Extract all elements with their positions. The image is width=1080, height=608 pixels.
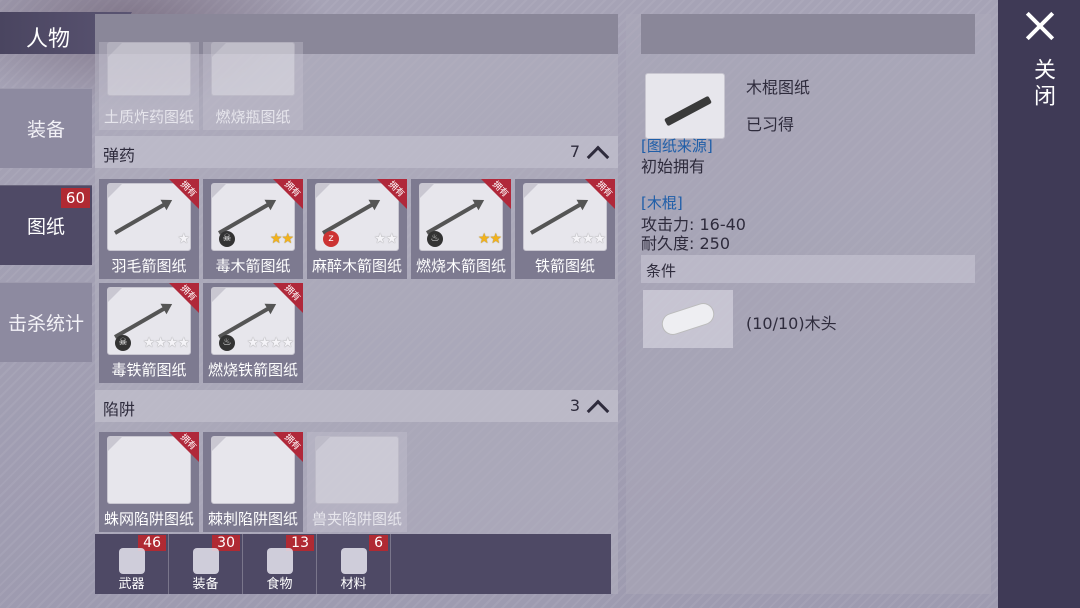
blueprint-paper-icon [211, 42, 295, 96]
star-rating: ★★ [269, 231, 294, 247]
category-materials[interactable]: 6 材料 [317, 534, 391, 594]
blueprint-card-label: 燃烧木箭图纸 [415, 257, 506, 275]
blueprint-paper-icon [645, 73, 725, 139]
blueprint-card[interactable]: z 拥有 ★★ 麻醉木箭图纸 [307, 179, 407, 279]
poison-icon: ☠ [219, 231, 235, 247]
category-weapons[interactable]: 46 武器 [95, 534, 169, 594]
star-rating: ★★★ [570, 231, 606, 247]
condition-label: 条件 [646, 262, 677, 280]
category-gear[interactable]: 30 装备 [169, 534, 243, 594]
fire-icon: ♨ [219, 335, 235, 351]
blueprint-card[interactable]: 兽夹陷阱图纸 [307, 432, 407, 532]
blueprint-card-label: 羽毛箭图纸 [111, 257, 187, 275]
blueprint-card[interactable]: ♨ 拥有 ★★★★ 燃烧铁箭图纸 [203, 283, 303, 383]
detail-header-bar [641, 14, 975, 54]
meat-icon [267, 548, 293, 574]
bone-icon [341, 548, 367, 574]
blueprint-card-label: 铁箭图纸 [534, 257, 595, 275]
blueprint-card-label: 毒铁箭图纸 [111, 361, 187, 379]
blueprint-card[interactable]: 拥有 ★ 羽毛箭图纸 [99, 179, 199, 279]
detail-item-title: [木棍] [641, 194, 683, 212]
blueprint-card[interactable]: ☠ 拥有 ★★ 毒木箭图纸 [203, 179, 303, 279]
shirt-icon [193, 548, 219, 574]
bear-trap-icon [315, 436, 399, 504]
material-slot[interactable] [643, 290, 733, 348]
tab-blueprints-label: 图纸 [26, 216, 65, 238]
blueprint-card-label: 兽夹陷阱图纸 [311, 510, 402, 528]
tab-equipment-label: 装备 [26, 119, 65, 141]
blueprint-paper-icon [107, 42, 191, 96]
blueprint-card-label: 毒木箭图纸 [215, 257, 291, 275]
star-rating: ★ [177, 231, 190, 247]
blueprint-card[interactable]: ☠ 拥有 ★★★★ 毒铁箭图纸 [99, 283, 199, 383]
close-rail[interactable]: 关闭 [998, 0, 1080, 608]
star-rating: ★★★★ [246, 335, 294, 351]
detail-source-value: 初始拥有 [641, 157, 706, 176]
blueprint-card[interactable]: 拥有 ★★★ 铁箭图纸 [515, 179, 615, 279]
detail-status: 已习得 [746, 115, 795, 134]
category-badge: 6 [369, 535, 388, 551]
blueprint-card[interactable]: 土质炸药图纸 [99, 42, 199, 130]
blueprint-card-label: 棘刺陷阱图纸 [207, 510, 298, 528]
poison-icon: ☠ [115, 335, 131, 351]
blueprint-card-label: 土质炸药图纸 [103, 108, 194, 126]
blueprint-card[interactable]: 拥有 棘刺陷阱图纸 [203, 432, 303, 532]
blueprint-card[interactable]: 燃烧瓶图纸 [203, 42, 303, 130]
category-label: 食物 [266, 577, 293, 592]
tab-blueprints[interactable]: 图纸 60 [0, 185, 92, 265]
tab-equipment[interactable]: 装备 [0, 88, 92, 168]
section-ammo[interactable]: 弹药 7 [95, 136, 618, 169]
category-label: 武器 [118, 577, 145, 592]
section-traps-label: 陷阱 [103, 400, 136, 419]
close-icon[interactable] [1024, 10, 1056, 42]
chevron-up-icon[interactable] [586, 399, 610, 423]
blueprint-card-label: 蛛网陷阱图纸 [103, 510, 194, 528]
detail-name: 木棍图纸 [746, 78, 811, 97]
tab-kill-stats[interactable]: 击杀统计 [0, 282, 92, 362]
section-traps[interactable]: 陷阱 3 [95, 390, 618, 423]
axe-icon [119, 548, 145, 574]
wood-log-icon [658, 300, 718, 338]
star-rating: ★★ [477, 231, 502, 247]
category-label: 装备 [192, 577, 219, 592]
section-ammo-label: 弹药 [103, 146, 136, 165]
detail-durability: 耐久度: 250 [641, 234, 731, 253]
page-title-text: 人物 [26, 27, 71, 52]
material-requirement: (10/10)木头 [746, 314, 837, 333]
fire-icon: ♨ [427, 231, 443, 247]
blueprint-card[interactable]: ♨ 拥有 ★★ 燃烧木箭图纸 [411, 179, 511, 279]
tab-blueprints-badge: 60 [60, 188, 90, 208]
blueprint-card-label: 麻醉木箭图纸 [311, 257, 402, 275]
blueprint-card[interactable]: 拥有 蛛网陷阱图纸 [99, 432, 199, 532]
blueprint-detail-panel: 木棍图纸 已习得 [图纸来源] 初始拥有 [木棍] 攻击力: 16-40 耐久度… [626, 14, 991, 594]
category-label: 材料 [340, 577, 367, 592]
tab-kill-stats-label: 击杀统计 [7, 313, 84, 335]
blueprint-card-label: 燃烧铁箭图纸 [207, 361, 298, 379]
sleep-icon: z [323, 231, 339, 247]
close-label[interactable]: 关闭 [1026, 58, 1058, 110]
category-bar: 46 武器 30 装备 13 食物 6 材料 [95, 534, 611, 594]
blueprint-card-label: 燃烧瓶图纸 [215, 108, 291, 126]
condition-header: 条件 [641, 255, 975, 283]
section-traps-count: 3 [569, 396, 580, 415]
blueprint-list-panel[interactable]: 土质炸药图纸 燃烧瓶图纸 弹药 7 拥有 ★ 羽毛箭图纸 ☠ 拥有 ★★ 毒木箭… [95, 14, 618, 594]
section-ammo-count: 7 [569, 142, 580, 161]
detail-thumbnail [641, 71, 729, 143]
chevron-up-icon[interactable] [586, 145, 610, 169]
star-rating: ★★ [373, 231, 398, 247]
category-food[interactable]: 13 食物 [243, 534, 317, 594]
star-rating: ★★★★ [142, 335, 190, 351]
